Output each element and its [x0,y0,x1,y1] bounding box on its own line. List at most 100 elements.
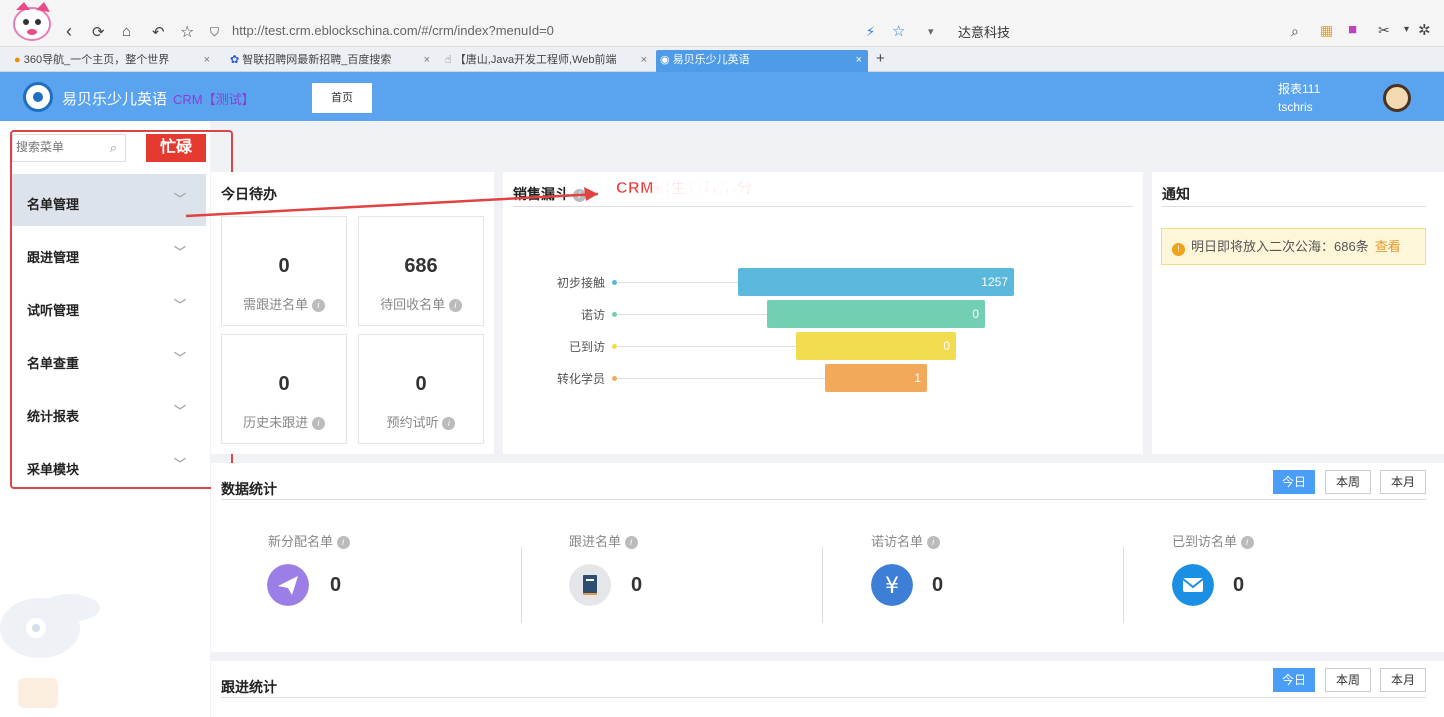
bookmark-star-icon[interactable]: ☆ [180,22,194,42]
window-titlebar [0,0,1444,18]
undo-icon[interactable]: ↶ [152,23,165,41]
kpi-label: 诺访名单 i [871,531,940,550]
info-icon[interactable]: i [311,299,325,313]
divider [822,547,823,623]
info-icon[interactable]: i [1240,536,1254,550]
url-text[interactable]: http://test.crm.eblockschina.com/#/crm/i… [232,23,554,38]
back-icon[interactable]: ‹ [66,21,72,42]
divider [1123,547,1124,623]
new-tab-button[interactable]: + [872,50,892,72]
close-tab-icon[interactable]: × [424,50,430,70]
kpi-value: 0 [1233,574,1245,596]
data-stats-card: 数据统计 [211,463,1444,652]
sidebar-item-duplicate-check[interactable]: 名单查重 ﹀ [12,333,206,385]
dropdown-icon[interactable]: ▾ [928,25,934,38]
period-today-button[interactable]: 今日 [1273,668,1315,692]
home-icon[interactable]: ⌂ [122,23,131,40]
search-engine-label[interactable]: 达意科技 [958,22,1010,41]
extension-icon[interactable]: ■ [1348,21,1357,38]
search-icon[interactable]: ⌕ [1291,23,1299,40]
settings-icon[interactable]: ✲ [1418,21,1431,39]
todo-title: 今日待办 [221,186,277,202]
period-week-button[interactable]: 本周 [1325,668,1371,692]
todo-stat[interactable]: 0 历史未跟进 i [221,334,347,444]
sidebar-item-followup-management[interactable]: 跟进管理 ﹀ [12,227,206,279]
busy-status-button[interactable]: 忙碌 [146,134,206,162]
kpi-label: 已到访名单 i [1172,531,1254,550]
funnel-title: 销售漏斗 [513,186,569,202]
kpi-label: 新分配名单 i [268,531,350,550]
close-tab-icon[interactable]: × [204,50,210,70]
kpi-value: 0 [631,574,643,596]
address-bar: ‹ ⟳ ⌂ ↶ ☆ ⛉ http://test.crm.eblockschina… [0,18,1444,47]
yuan-icon: ¥ [871,564,913,606]
funnel-bar[interactable]: 0 [796,332,956,360]
lightning-icon[interactable]: ⚡ [866,24,875,40]
todo-stat[interactable]: 0 需跟进名单 i [221,216,347,326]
chevron-down-icon: ﹀ [173,298,186,312]
avatar[interactable] [1383,84,1411,112]
funnel-bar[interactable]: 0 [767,300,985,328]
sidebar-item-trial-management[interactable]: 试听管理 ﹀ [12,280,206,332]
sidebar-item-collection-module[interactable]: 采单模块 ﹀ [12,439,206,491]
info-icon[interactable]: i [448,299,462,313]
close-tab-icon[interactable]: × [856,50,862,70]
dropdown-icon[interactable]: ▾ [1404,24,1409,35]
sales-funnel-card: 销售漏斗 i 初步接触 1257 诺访 0 已到访 0 转化学员 1 [503,172,1143,454]
apps-icon[interactable]: ▦ [1320,22,1333,39]
period-week-button[interactable]: 本周 [1325,470,1371,494]
info-icon[interactable]: i [442,417,456,431]
funnel-guide-line [618,378,825,379]
info-icon[interactable]: i [311,417,325,431]
follow-stats-card: 跟进统计 [211,661,1444,717]
menu-search: ⌕ [12,134,126,162]
info-icon[interactable]: i [572,188,586,202]
funnel-bar[interactable]: 1 [825,364,927,392]
kpi-value: 0 [330,574,342,596]
user-name: tschris [1278,100,1313,114]
search-icon[interactable]: ⌕ [110,140,117,156]
kpi-value: 0 [932,574,944,596]
info-icon[interactable]: i [926,536,940,550]
favorite-icon[interactable]: ☆ [892,22,905,40]
funnel-category-label: 已到访 [568,340,605,354]
close-tab-icon[interactable]: × [641,50,647,70]
funnel-category-label: 初步接触 [556,276,605,290]
tab-home[interactable]: 首页 [312,83,372,113]
todo-stat[interactable]: 0 预约试听 i [358,334,484,444]
shield-icon: ⛉ [210,25,220,39]
scissors-icon[interactable]: ✂ [1378,22,1390,39]
sidebar-item-list-management[interactable]: 名单管理 ﹀ [12,174,206,226]
period-month-button[interactable]: 本月 [1380,470,1426,494]
funnel-category-label: 诺访 [580,308,605,322]
view-link[interactable]: 查看 [1375,239,1401,254]
crm-tag: CRM【测试】 [173,92,255,107]
browser-tab[interactable]: ✿ 智联招聘网最新招聘_百度搜索 × [226,50,436,72]
warning-icon: ! [1172,243,1185,256]
browser-tab[interactable]: ☝ 【唐山,Java开发工程师,Web前端 × [441,50,653,72]
period-month-button[interactable]: 本月 [1380,668,1426,692]
book-icon [569,564,611,606]
info-icon[interactable]: i [336,536,350,550]
sidebar-item-statistics[interactable]: 统计报表 ﹀ [12,386,206,438]
funnel-guide-line [618,346,796,347]
browser-tab[interactable]: ● 360导航_一个主页，整个世界 × [10,50,216,72]
notice-title: 通知 [1162,186,1190,202]
browser-tab-active[interactable]: ◉ 易贝乐少儿英语 × [656,50,868,72]
funnel-bar[interactable]: 1257 [738,268,1014,296]
funnel-guide-line [618,282,738,283]
todo-card: 今日待办 0 需跟进名单 i 686 待回收名单 i 0 历史未跟进 i 0 预… [211,172,494,454]
refresh-icon[interactable]: ⟳ [92,23,105,41]
paper-plane-icon [267,564,309,606]
period-today-button[interactable]: 今日 [1273,470,1315,494]
chevron-down-icon: ﹀ [173,192,186,206]
funnel-legend-dot [612,344,617,349]
notice-message: ! 明日即将放入二次公海：686条 查看 [1161,228,1426,265]
chevron-down-icon: ﹀ [173,245,186,259]
user-role: 报表111 [1278,82,1321,96]
chevron-down-icon: ﹀ [173,457,186,471]
info-icon[interactable]: i [624,536,638,550]
todo-stat[interactable]: 686 待回收名单 i [358,216,484,326]
menu-search-input[interactable] [16,140,100,154]
chevron-down-icon: ﹀ [173,351,186,365]
